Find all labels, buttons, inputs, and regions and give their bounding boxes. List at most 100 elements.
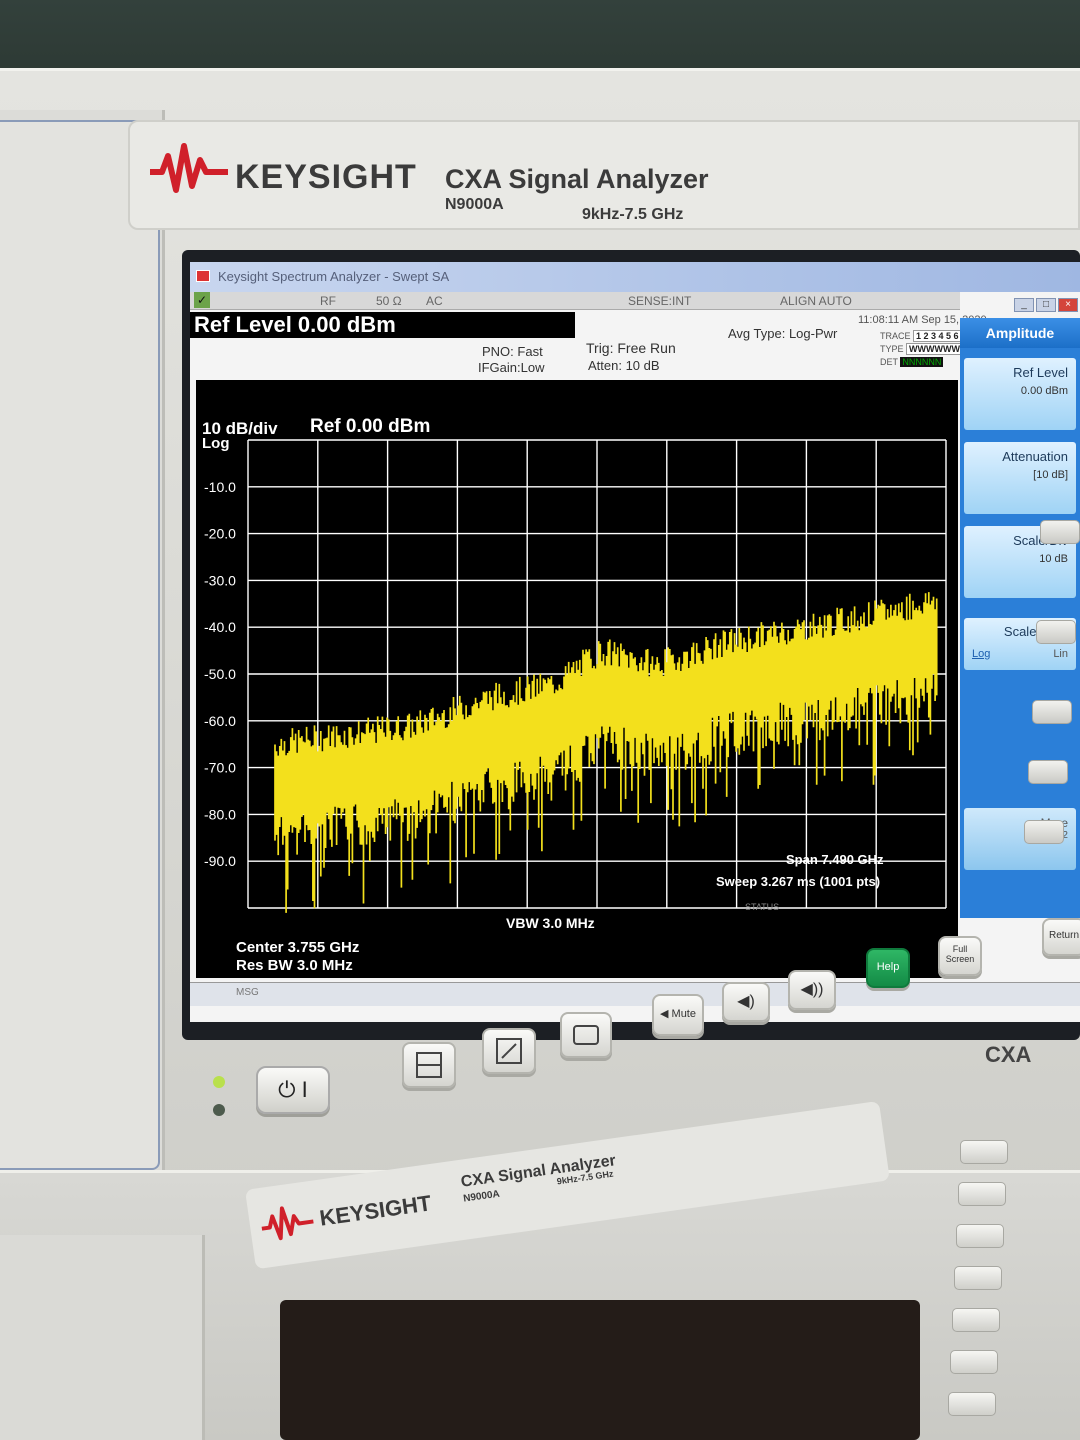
zoom-button[interactable]: [482, 1028, 536, 1074]
window-layout-button[interactable]: [402, 1042, 456, 1088]
side-key[interactable]: [1036, 620, 1076, 644]
detector-values: NNNNNN: [900, 357, 944, 367]
next-window-button[interactable]: [560, 1012, 612, 1058]
lower-screen-off: [280, 1300, 920, 1440]
scale-div-softkey-value: 10 dB: [1039, 553, 1068, 565]
message-bar: MSG: [190, 982, 1080, 1006]
speaker-mute-icon: ◀: [660, 1008, 669, 1020]
trace-label: TRACE: [880, 331, 911, 341]
y-tick-label: -40.0: [204, 619, 236, 635]
scale-type-lin-option: Lin: [1053, 648, 1068, 660]
app-icon: [196, 270, 210, 282]
power-led: [213, 1104, 225, 1116]
softkey-button[interactable]: [954, 1266, 1002, 1290]
status-row: RF 50 Ω AC SENSE:INT ALIGN AUTO: [190, 292, 960, 310]
left-side-panel: [0, 110, 165, 1190]
trace-info: TRACE 1 2 3 4 5 6 TYPE WWWWWW DET NNNNNN: [880, 330, 963, 369]
side-key[interactable]: [1024, 820, 1064, 844]
coupling-label: AC: [426, 294, 443, 308]
rf-label: RF: [320, 294, 336, 308]
softkey-button[interactable]: [952, 1308, 1000, 1332]
minimize-button[interactable]: _: [1014, 298, 1034, 312]
window-title: Keysight Spectrum Analyzer - Swept SA: [218, 269, 450, 284]
attenuation-softkey[interactable]: Attenuation [10 dB]: [964, 442, 1076, 514]
keysight-logo-icon: [150, 143, 228, 193]
ref-level-softkey[interactable]: Ref Level 0.00 dBm: [964, 358, 1076, 430]
lower-side-keys: [930, 1120, 1080, 1440]
model-title: CXA Signal Analyzer: [445, 164, 709, 194]
cxa-badge: CXA: [985, 1042, 1032, 1067]
full-screen-button[interactable]: Full Screen: [938, 936, 982, 976]
return-button[interactable]: Return: [1042, 918, 1080, 956]
atten-info: Atten: 10 dB: [588, 358, 660, 373]
softkey-button[interactable]: [948, 1392, 996, 1416]
volume-down-icon: ◀): [737, 993, 755, 1010]
help-button[interactable]: Help: [866, 948, 910, 988]
standby-led: [213, 1076, 225, 1088]
frequency-range: 9kHz-7.5 GHz: [582, 206, 684, 223]
trig-info: Trig: Free Run: [586, 340, 676, 356]
lower-model-number: N9000A: [462, 1188, 501, 1205]
volume-down-button[interactable]: ◀): [722, 982, 770, 1022]
softkey-button[interactable]: [960, 1140, 1008, 1164]
ifgain-info: IFGain:Low: [478, 360, 545, 375]
vbw-label: VBW 3.0 MHz: [506, 915, 595, 931]
center-frequency-label: Center 3.755 GHz: [236, 939, 359, 956]
volume-up-button[interactable]: ◀)): [788, 970, 836, 1010]
model-number: N9000A: [445, 196, 504, 213]
help-label: Help: [876, 961, 900, 973]
y-tick-label: -20.0: [204, 526, 236, 542]
side-key[interactable]: [1040, 520, 1080, 544]
window-titlebar: Keysight Spectrum Analyzer - Swept SA: [190, 262, 1080, 292]
volume-up-icon: ◀)): [800, 981, 824, 998]
status-label: STATUS: [745, 902, 780, 912]
brand-name: KEYSIGHT: [235, 158, 417, 196]
y-tick-label: -10.0: [204, 479, 236, 495]
softkey-button[interactable]: [956, 1224, 1004, 1248]
side-key[interactable]: [1028, 760, 1068, 784]
scale-type-label: Log: [202, 435, 230, 452]
mute-button[interactable]: ◀ Mute: [652, 994, 704, 1036]
y-tick-label: -60.0: [204, 713, 236, 729]
mute-label: Mute: [671, 1008, 696, 1020]
lower-side-panel: [0, 1235, 205, 1440]
det-label: DET: [880, 357, 898, 367]
attenuation-softkey-label: Attenuation: [1002, 449, 1068, 464]
y-tick-label: -70.0: [204, 760, 236, 776]
trace-numbers: 1 2 3 4 5 6: [913, 330, 962, 342]
power-button[interactable]: ⏻ I: [256, 1066, 330, 1114]
ref-label: Ref 0.00 dBm: [310, 416, 430, 437]
pno-info: PNO: Fast: [482, 344, 543, 359]
brand-strip: KEYSIGHT CXA Signal Analyzer N9000A 9kHz…: [128, 120, 1080, 230]
impedance-label: 50 Ω: [376, 294, 402, 308]
align-label: ALIGN AUTO: [780, 294, 852, 308]
split-window-icon: [416, 1052, 442, 1078]
softkey-button[interactable]: [958, 1182, 1006, 1206]
next-window-icon: [573, 1025, 599, 1045]
softkey-button[interactable]: [950, 1350, 998, 1374]
return-label: Return: [1048, 930, 1079, 941]
photo-scene: KEYSIGHT CXA Signal Analyzer N9000A 9kHz…: [0, 0, 1080, 1440]
keysight-logo-icon: [261, 1206, 314, 1241]
ref-level-softkey-value: 0.00 dBm: [1020, 385, 1068, 397]
scale-type-log-option: Log: [972, 648, 991, 660]
attenuation-softkey-value: [10 dB]: [1033, 469, 1068, 481]
trace-types: WWWWWW: [906, 343, 963, 355]
side-key[interactable]: [1032, 700, 1072, 724]
res-bw-label: Res BW 3.0 MHz: [236, 957, 353, 974]
y-tick-label: -80.0: [204, 806, 236, 822]
ref-level-softkey-label: Ref Level: [1013, 365, 1068, 380]
full-screen-label: Full Screen: [945, 944, 975, 964]
spectrum-plot[interactable]: 10 dB/div Log Ref 0.00 dBm -10.0-20.0-30…: [196, 380, 958, 978]
lower-brand-name: KEYSIGHT: [317, 1190, 433, 1231]
window-controls: _ □ ×: [1014, 298, 1078, 312]
ref-level-banner: Ref Level 0.00 dBm: [190, 312, 575, 338]
sweep-label: Sweep 3.267 ms (1001 pts): [716, 874, 880, 889]
maximize-button[interactable]: □: [1036, 298, 1056, 312]
close-button[interactable]: ×: [1058, 298, 1078, 312]
analyzer-screen: Keysight Spectrum Analyzer - Swept SA _ …: [190, 262, 1080, 1022]
span-label: Span 7.490 GHz: [786, 852, 884, 867]
sense-label: SENSE:INT: [628, 294, 692, 308]
zoom-window-icon: [496, 1038, 522, 1064]
msg-label: MSG: [236, 987, 259, 998]
